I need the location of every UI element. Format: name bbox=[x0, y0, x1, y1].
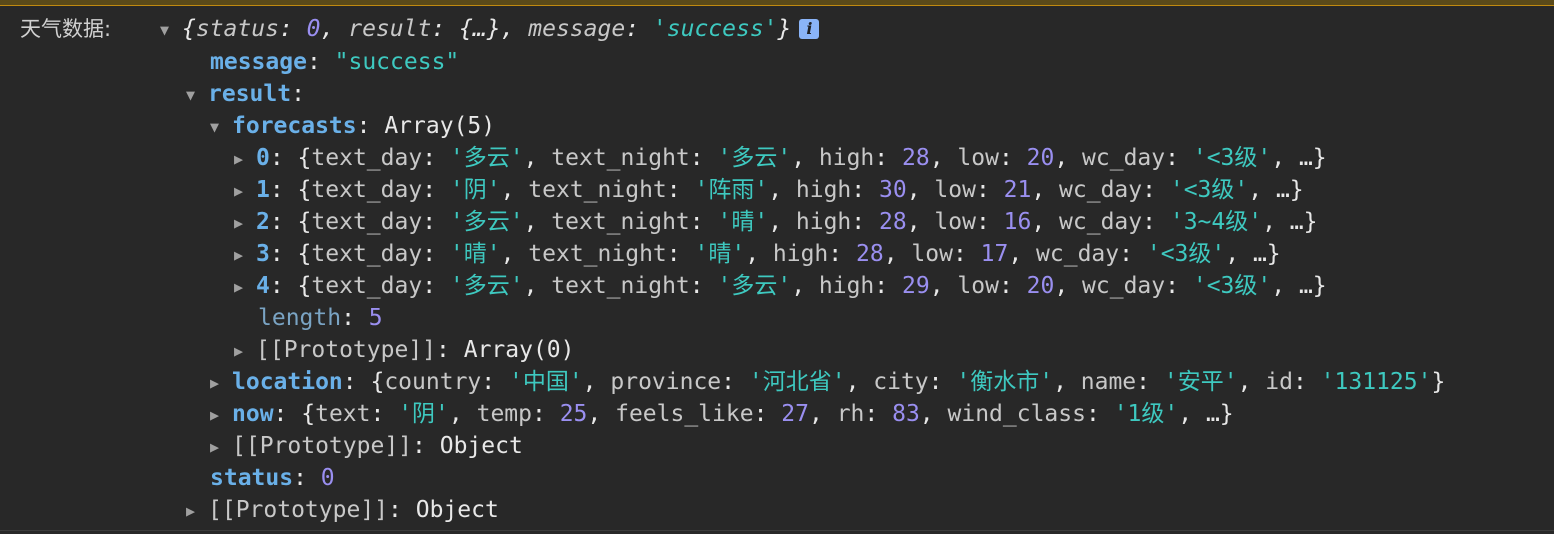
forecast-high: 28 bbox=[901, 145, 930, 171]
location-country: '中国' bbox=[508, 369, 583, 395]
forecast-index: 0 bbox=[256, 145, 270, 171]
prototype-value: Object bbox=[415, 497, 499, 523]
forecast-text-day: '多云' bbox=[449, 209, 524, 235]
now-text: '阴' bbox=[398, 401, 449, 427]
forecasts-property-row[interactable]: ▼ forecasts: Array(5) bbox=[210, 110, 495, 142]
object-summary-row[interactable]: ▼ {status: 0, result: {…}, message: 'succ… bbox=[160, 13, 820, 46]
location-key: location bbox=[232, 369, 343, 395]
forecast-text-day: '多云' bbox=[449, 145, 524, 171]
summary-message-value: 'success' bbox=[652, 16, 778, 42]
summary-result-key: result bbox=[348, 16, 432, 42]
summary-result-value: {…} bbox=[459, 16, 501, 42]
forecasts-type: Array(5) bbox=[384, 113, 496, 139]
expanded-triangle-icon[interactable]: ▼ bbox=[210, 111, 232, 143]
console-warning-border bbox=[0, 0, 1554, 6]
forecast-low: 16 bbox=[1003, 209, 1032, 235]
location-property-row[interactable]: ▶ location: {country: '中国', province: '河北… bbox=[210, 366, 1445, 398]
forecast-index: 4 bbox=[256, 273, 270, 299]
prototype-value: Array(0) bbox=[463, 337, 575, 363]
prototype-key: [[Prototype]] bbox=[232, 433, 413, 459]
forecast-high: 30 bbox=[878, 177, 907, 203]
forecast-item-row[interactable]: ▶ 4: {text_day: '多云', text_night: '多云', h… bbox=[234, 270, 1327, 302]
forecast-item-row[interactable]: ▶ 0: {text_day: '多云', text_night: '多云', h… bbox=[234, 142, 1327, 174]
summary-message-key: message bbox=[528, 16, 626, 42]
forecast-high: 29 bbox=[901, 273, 930, 299]
forecast-wc-day: '<3级' bbox=[1146, 241, 1226, 267]
status-value: 0 bbox=[320, 465, 335, 491]
console-row-divider bbox=[0, 530, 1554, 531]
forecast-high: 28 bbox=[878, 209, 907, 235]
root-prototype-row[interactable]: ▶ [[Prototype]]: Object bbox=[186, 494, 499, 526]
now-temp: 25 bbox=[559, 401, 588, 427]
forecast-wc-day: '<3级' bbox=[1192, 145, 1272, 171]
forecast-item-row[interactable]: ▶ 2: {text_day: '多云', text_night: '晴', hi… bbox=[234, 206, 1318, 238]
forecast-wc-day: '<3级' bbox=[1192, 273, 1272, 299]
forecast-text-night: '多云' bbox=[717, 145, 792, 171]
collapsed-triangle-icon[interactable]: ▶ bbox=[234, 271, 256, 303]
forecast-low: 20 bbox=[1026, 273, 1055, 299]
location-city: '衡水市' bbox=[956, 369, 1054, 395]
collapsed-triangle-icon[interactable]: ▶ bbox=[234, 175, 256, 207]
now-feels-like: 27 bbox=[781, 401, 809, 427]
now-property-row[interactable]: ▶ now: {text: '阴', temp: 25, feels_like: … bbox=[210, 398, 1234, 430]
forecast-index: 2 bbox=[256, 209, 270, 235]
expanded-triangle-icon[interactable]: ▼ bbox=[160, 14, 182, 46]
location-name: '安平' bbox=[1163, 369, 1238, 395]
now-key: now bbox=[232, 401, 274, 427]
forecast-low: 21 bbox=[1003, 177, 1032, 203]
collapsed-triangle-icon[interactable]: ▶ bbox=[234, 143, 256, 175]
forecast-text-day: '阴' bbox=[449, 177, 501, 203]
collapsed-triangle-icon[interactable]: ▶ bbox=[186, 495, 208, 527]
forecast-index: 1 bbox=[256, 177, 270, 203]
location-province: '河北省' bbox=[748, 369, 846, 395]
prototype-key: [[Prototype]] bbox=[208, 497, 389, 523]
forecast-item-row[interactable]: ▶ 3: {text_day: '晴', text_night: '晴', hig… bbox=[234, 238, 1281, 270]
forecast-text-night: '阵雨' bbox=[694, 177, 769, 203]
prototype-key: [[Prototype]] bbox=[256, 337, 437, 363]
forecast-low: 17 bbox=[980, 241, 1009, 267]
now-wind-class: '1级' bbox=[1113, 401, 1179, 427]
status-property-row: status: 0 bbox=[210, 465, 335, 491]
collapsed-triangle-icon[interactable]: ▶ bbox=[234, 207, 256, 239]
summary-status-value: 0 bbox=[306, 16, 321, 42]
forecasts-length-row: length: 5 bbox=[258, 305, 383, 331]
forecasts-prototype-row[interactable]: ▶ [[Prototype]]: Array(0) bbox=[234, 334, 575, 366]
message-key: message bbox=[210, 49, 307, 75]
info-icon[interactable]: i bbox=[799, 19, 820, 39]
forecast-high: 28 bbox=[855, 241, 884, 267]
console-log-label: 天气数据: bbox=[20, 17, 112, 41]
length-key: length bbox=[258, 305, 342, 331]
forecast-text-day: '多云' bbox=[449, 273, 524, 299]
forecast-text-day: '晴' bbox=[449, 241, 501, 267]
status-key: status bbox=[210, 465, 294, 491]
forecast-text-night: '多云' bbox=[717, 273, 792, 299]
collapsed-triangle-icon[interactable]: ▶ bbox=[234, 239, 256, 271]
forecast-wc-day: '3~4级' bbox=[1169, 209, 1263, 235]
expanded-triangle-icon[interactable]: ▼ bbox=[186, 79, 208, 111]
prototype-value: Object bbox=[439, 433, 523, 459]
summary-status-key: status bbox=[195, 16, 279, 42]
forecast-text-night: '晴' bbox=[717, 209, 769, 235]
forecast-index: 3 bbox=[256, 241, 270, 267]
collapsed-triangle-icon[interactable]: ▶ bbox=[210, 431, 232, 463]
forecast-wc-day: '<3级' bbox=[1169, 177, 1249, 203]
length-value: 5 bbox=[368, 305, 383, 331]
location-id: '131125' bbox=[1320, 369, 1432, 395]
result-prototype-row[interactable]: ▶ [[Prototype]]: Object bbox=[210, 430, 523, 462]
collapsed-triangle-icon[interactable]: ▶ bbox=[210, 399, 232, 431]
now-rh: 83 bbox=[892, 401, 920, 427]
forecast-low: 20 bbox=[1026, 145, 1055, 171]
message-value: "success" bbox=[334, 49, 460, 75]
result-property-row[interactable]: ▼ result: bbox=[186, 78, 305, 110]
forecast-item-row[interactable]: ▶ 1: {text_day: '阴', text_night: '阵雨', hi… bbox=[234, 174, 1304, 206]
result-key: result bbox=[208, 81, 292, 107]
collapsed-triangle-icon[interactable]: ▶ bbox=[234, 335, 256, 367]
forecasts-key: forecasts bbox=[232, 113, 357, 139]
forecast-text-night: '晴' bbox=[694, 241, 746, 267]
message-property-row: message: "success" bbox=[210, 49, 460, 75]
collapsed-triangle-icon[interactable]: ▶ bbox=[210, 367, 232, 399]
